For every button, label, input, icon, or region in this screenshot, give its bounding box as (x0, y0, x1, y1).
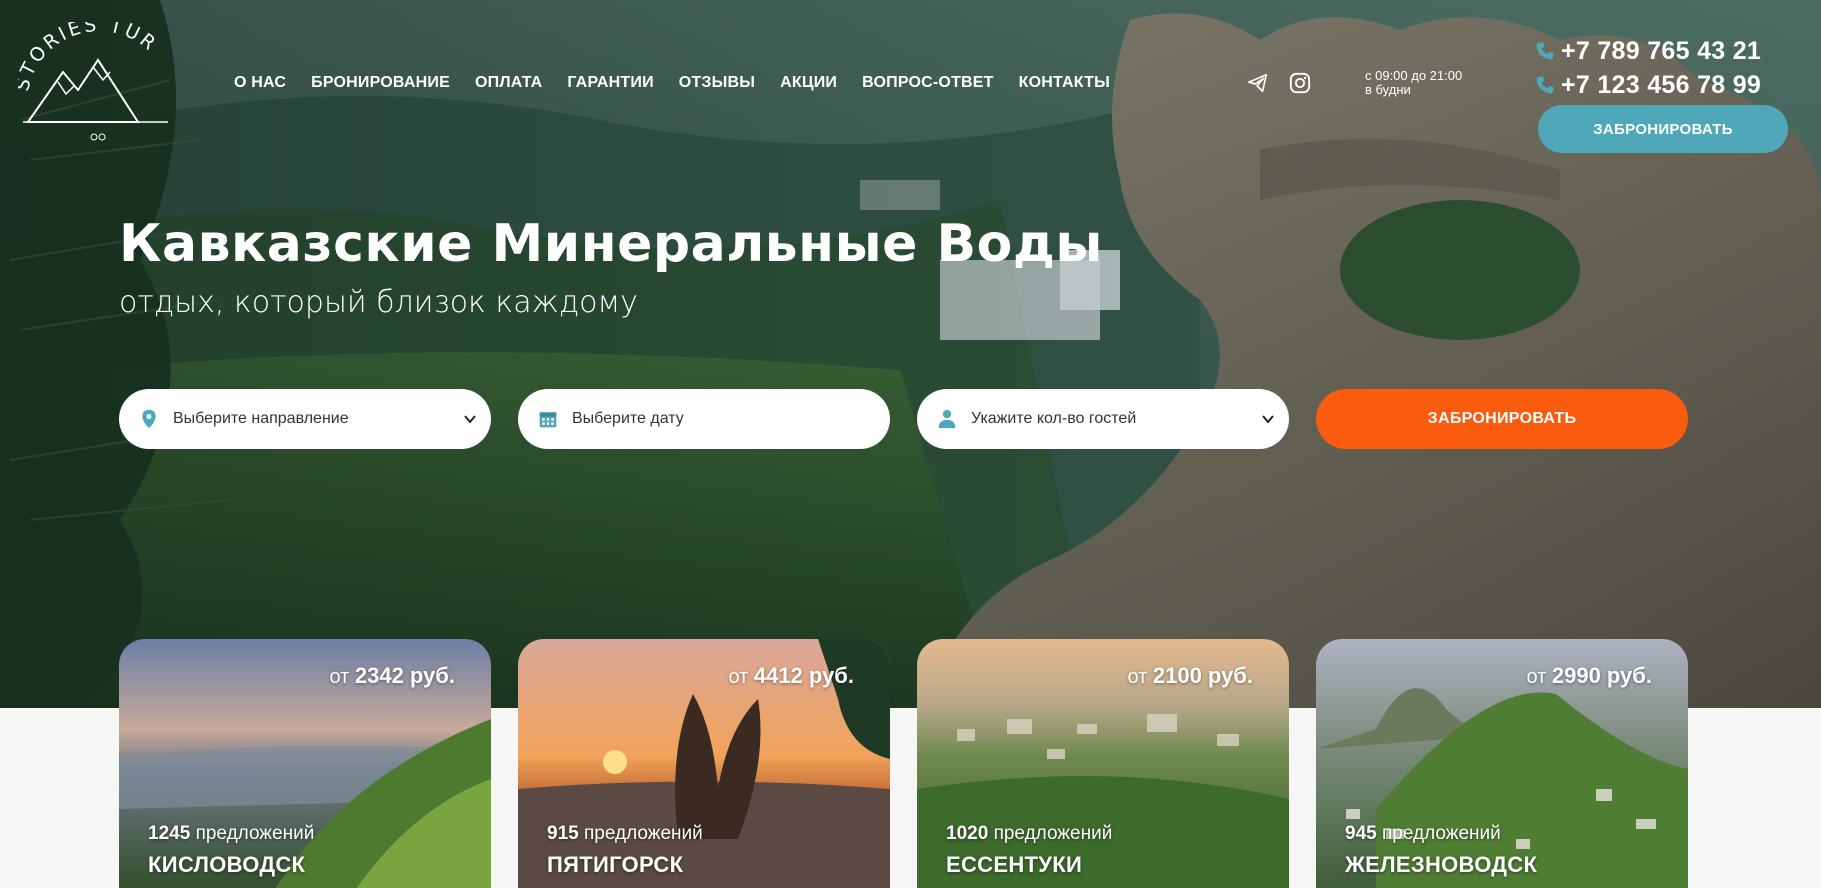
phone-item[interactable]: +7 789 765 43 21 (1535, 34, 1761, 68)
guests-placeholder: Укажите кол-во гостей (971, 410, 1137, 427)
phone-item[interactable]: +7 123 456 78 99 (1535, 68, 1761, 102)
nav-item-guarantees[interactable]: ГАРАНТИИ (567, 74, 653, 92)
hero-background (0, 0, 1821, 708)
mountain-logo-icon: STORIES TUR (11, 14, 168, 141)
main-navigation: О НАС БРОНИРОВАНИЕ ОПЛАТА ГАРАНТИИ ОТЗЫВ… (234, 74, 1135, 92)
phone-icon (1536, 76, 1554, 94)
nav-item-contacts[interactable]: КОНТАКТЫ (1019, 74, 1110, 92)
working-hours: с 09:00 до 21:00 в будни (1365, 69, 1462, 97)
destination-card-pyatigorsk[interactable]: от 4412 руб. 915 предложений ПЯТИГОРСК (518, 639, 890, 888)
page-title: Кавказские Минеральные Воды (119, 214, 1103, 274)
phone-icon (1536, 42, 1554, 60)
phone-list: +7 789 765 43 21 +7 123 456 78 99 (1535, 34, 1761, 102)
nav-item-promotions[interactable]: АКЦИИ (780, 74, 837, 92)
card-price: от 2100 руб. (1127, 663, 1253, 688)
calendar-icon (539, 412, 557, 428)
date-placeholder: Выберите дату (572, 410, 684, 427)
chevron-down-icon (464, 415, 476, 424)
header-book-button[interactable]: ЗАБРОНИРОВАТЬ (1538, 105, 1788, 153)
nav-item-payment[interactable]: ОПЛАТА (475, 74, 542, 92)
card-offers: 915 предложений (547, 823, 703, 844)
card-city: ЕССЕНТУКИ (946, 852, 1083, 877)
destination-card-kislovodsk[interactable]: от 2342 руб. 1245 предложений КИСЛОВОДСК (119, 639, 491, 888)
nav-item-booking[interactable]: БРОНИРОВАНИЕ (311, 74, 450, 92)
person-icon (938, 409, 956, 429)
nav-item-reviews[interactable]: ОТЗЫВЫ (679, 74, 755, 92)
phone-number: +7 123 456 78 99 (1561, 70, 1762, 99)
card-offers: 1020 предложений (946, 823, 1113, 844)
destination-card-essentuki[interactable]: от 2100 руб. 1020 предложений ЕССЕНТУКИ (917, 639, 1289, 888)
phone-number: +7 789 765 43 21 (1561, 36, 1762, 65)
logo-text: STORIES TUR (11, 14, 159, 94)
nav-item-faq[interactable]: ВОПРОС-ОТВЕТ (862, 74, 994, 92)
logo[interactable]: STORIES TUR (11, 14, 178, 147)
guests-select[interactable]: Укажите кол-во гостей (917, 389, 1289, 449)
page-subtitle: отдых, который близок каждому (119, 285, 638, 320)
direction-placeholder: Выберите направление (173, 410, 349, 427)
telegram-icon[interactable] (1247, 72, 1269, 94)
direction-select[interactable]: Выберите направление (119, 389, 491, 449)
card-offers: 945 предложений (1345, 823, 1501, 844)
nav-item-about[interactable]: О НАС (234, 74, 286, 92)
card-offers: 1245 предложений (148, 823, 315, 844)
card-city: КИСЛОВОДСК (148, 852, 306, 877)
hours-days: в будни (1365, 82, 1411, 97)
social-links (1247, 72, 1311, 94)
chevron-down-icon (1262, 415, 1274, 424)
hours-time: с 09:00 до 21:00 (1365, 68, 1463, 83)
card-price: от 4412 руб. (728, 663, 854, 688)
instagram-icon[interactable] (1289, 72, 1311, 94)
location-pin-icon (142, 409, 156, 429)
svg-text:STORIES TUR: STORIES TUR (18, 22, 162, 93)
card-city: ЖЕЛЕЗНОВОДСК (1345, 852, 1538, 877)
card-price: от 2990 руб. (1526, 663, 1652, 688)
date-picker[interactable]: Выберите дату (518, 389, 890, 449)
card-price: от 2342 руб. (329, 663, 455, 688)
destination-card-zheleznovodsk[interactable]: от 2990 руб. 945 предложений ЖЕЛЕЗНОВОДС… (1316, 639, 1688, 888)
card-city: ПЯТИГОРСК (547, 852, 684, 877)
hero-shade (0, 0, 1821, 708)
search-book-button[interactable]: ЗАБРОНИРОВАТЬ (1316, 389, 1688, 449)
